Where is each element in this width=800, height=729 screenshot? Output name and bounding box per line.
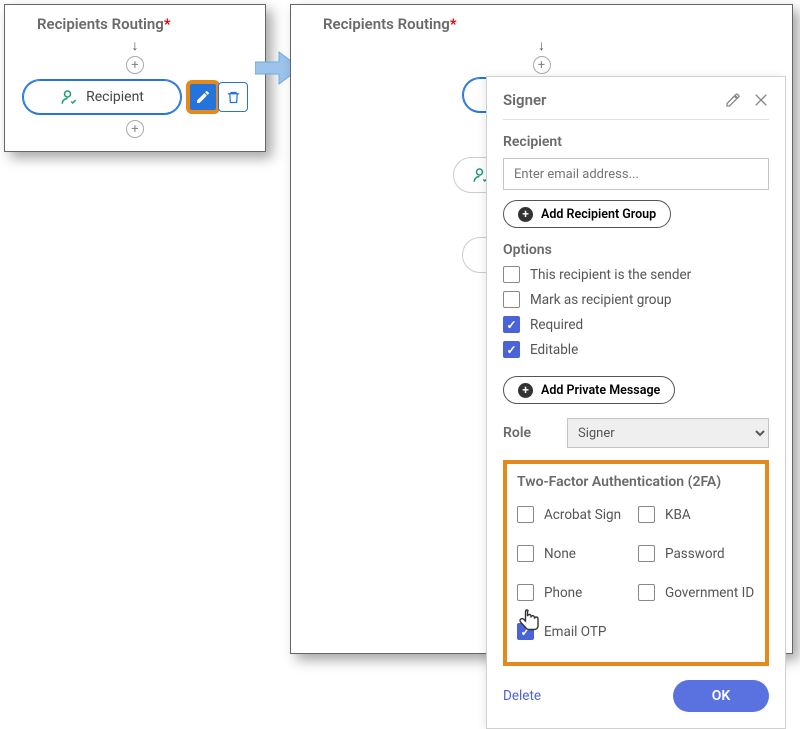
heading-left: Recipients Routing* <box>5 5 265 37</box>
heading-text: Recipients Routing <box>323 15 450 33</box>
role-select[interactable]: Signer <box>567 418 769 448</box>
checkbox-label: Acrobat Sign <box>544 507 621 523</box>
tfa-grid: Acrobat Sign KBA None Password Phone Gov… <box>517 498 755 648</box>
checkbox-label: Password <box>665 546 725 562</box>
ok-button[interactable]: OK <box>673 680 769 712</box>
email-input[interactable] <box>503 158 769 190</box>
checkbox-label: Phone <box>544 585 582 601</box>
recipient-node[interactable]: Recipient <box>22 79 182 115</box>
panel-footer: Delete OK <box>503 680 769 712</box>
option-mark-group[interactable]: Mark as recipient group <box>503 291 769 308</box>
recipient-heading: Recipient <box>503 134 769 150</box>
option-sender[interactable]: This recipient is the sender <box>503 266 769 283</box>
checkbox[interactable] <box>638 584 655 601</box>
delete-node-button[interactable] <box>218 82 248 112</box>
checkbox-label: Required <box>530 317 583 333</box>
panel-header: Signer <box>503 91 769 120</box>
person-check-icon <box>60 88 78 106</box>
properties-panel: Signer Recipient + Add Recipient Group O… <box>486 76 786 729</box>
tfa-govid[interactable]: Government ID <box>638 584 755 601</box>
heading-right: Recipients Routing* <box>291 5 792 37</box>
trash-icon <box>226 90 241 105</box>
checkbox-label: Email OTP <box>544 624 606 640</box>
checkbox[interactable] <box>517 584 534 601</box>
required-asterisk: * <box>450 15 457 33</box>
checkbox[interactable] <box>517 545 534 562</box>
add-node-button[interactable]: + <box>533 56 551 74</box>
checkbox-label: KBA <box>665 507 691 523</box>
panel-title: Signer <box>503 91 546 109</box>
checkbox[interactable] <box>503 266 520 283</box>
node-actions <box>188 82 248 112</box>
required-asterisk: * <box>164 15 171 33</box>
heading-text: Recipients Routing <box>37 15 164 33</box>
checkbox-label: Editable <box>530 342 578 358</box>
button-label: Add Recipient Group <box>541 207 656 222</box>
checkbox[interactable] <box>517 506 534 523</box>
tfa-password[interactable]: Password <box>638 545 755 562</box>
pencil-icon[interactable] <box>725 92 741 108</box>
flow-column: ↓ + Recipient + <box>5 37 265 141</box>
panel-header-actions <box>725 92 769 108</box>
close-icon[interactable] <box>753 92 769 108</box>
tfa-kba[interactable]: KBA <box>638 506 755 523</box>
role-label: Role <box>503 425 555 441</box>
add-node-button[interactable]: + <box>126 56 144 74</box>
tfa-acrobat[interactable]: Acrobat Sign <box>517 506 634 523</box>
options-heading: Options <box>503 242 769 258</box>
down-arrow-icon: ↓ <box>538 39 545 53</box>
down-arrow-icon: ↓ <box>132 39 139 53</box>
checkbox[interactable] <box>638 545 655 562</box>
option-required[interactable]: Required <box>503 316 769 333</box>
pencil-icon <box>195 89 211 105</box>
option-editable[interactable]: Editable <box>503 341 769 358</box>
node-row: Recipient <box>22 79 248 115</box>
role-row: Role Signer <box>503 418 769 448</box>
edit-button[interactable] <box>188 82 218 112</box>
add-private-message-button[interactable]: + Add Private Message <box>503 376 675 404</box>
checkbox-label: This recipient is the sender <box>530 267 691 283</box>
tfa-emailotp[interactable]: Email OTP <box>517 623 634 640</box>
checkbox[interactable] <box>503 341 520 358</box>
tfa-none[interactable]: None <box>517 545 634 562</box>
plus-icon: + <box>518 207 533 222</box>
checkbox[interactable] <box>638 506 655 523</box>
button-label: Add Private Message <box>541 383 660 398</box>
before-panel: Recipients Routing* ↓ + Recipient + <box>4 4 266 152</box>
tfa-section: Two-Factor Authentication (2FA) Acrobat … <box>503 460 769 666</box>
add-node-button[interactable]: + <box>126 120 144 138</box>
tfa-phone[interactable]: Phone <box>517 584 634 601</box>
checkbox-label: None <box>544 546 576 562</box>
tfa-heading: Two-Factor Authentication (2FA) <box>517 474 755 490</box>
delete-link[interactable]: Delete <box>503 688 541 704</box>
add-recipient-group-button[interactable]: + Add Recipient Group <box>503 200 671 228</box>
checkbox[interactable] <box>503 291 520 308</box>
checkbox-label: Mark as recipient group <box>530 292 672 308</box>
checkbox-label: Government ID <box>665 585 754 601</box>
node-label: Recipient <box>86 89 144 105</box>
checkbox[interactable] <box>503 316 520 333</box>
plus-icon: + <box>518 383 533 398</box>
checkbox[interactable] <box>517 623 534 640</box>
